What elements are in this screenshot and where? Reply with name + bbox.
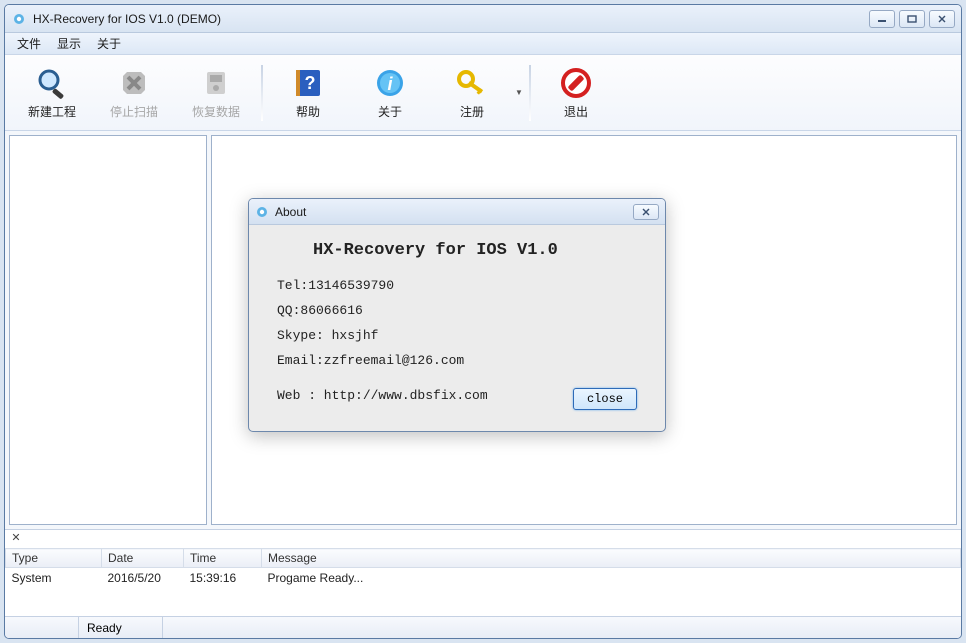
status-ready: Ready (79, 617, 163, 638)
stop-icon (116, 65, 152, 101)
window-title: HX-Recovery for IOS V1.0 (DEMO) (33, 12, 869, 26)
log-header-type[interactable]: Type (6, 549, 102, 568)
status-cell-empty (5, 617, 79, 638)
log-panel: ✕ Type Date Time Message System 2016/5/2… (5, 529, 961, 616)
log-cell-type: System (6, 568, 102, 589)
dialog-body: HX-Recovery for IOS V1.0 Tel:13146539790… (249, 225, 665, 431)
close-button[interactable] (929, 10, 955, 28)
info-icon: i (372, 65, 408, 101)
magnifier-icon (34, 65, 70, 101)
register-dropdown[interactable]: ▼ (513, 63, 525, 123)
help-label: 帮助 (296, 103, 320, 120)
log-table: Type Date Time Message System 2016/5/20 … (5, 548, 961, 616)
toolbar: 新建工程 停止扫描 恢复数据 ? 帮助 i 关于 (5, 55, 961, 131)
app-icon (11, 11, 27, 27)
dialog-title: About (275, 205, 633, 219)
log-close-button[interactable]: ✕ (9, 532, 23, 546)
log-row[interactable]: System 2016/5/20 15:39:16 Progame Ready.… (6, 568, 961, 589)
help-icon: ? (290, 65, 326, 101)
log-header-message[interactable]: Message (262, 549, 961, 568)
recover-label: 恢复数据 (192, 103, 240, 120)
dialog-tel: Tel:13146539790 (277, 278, 637, 293)
register-label: 注册 (460, 103, 484, 120)
dialog-qq: QQ:86066616 (277, 303, 637, 318)
dialog-heading: HX-Recovery for IOS V1.0 (313, 241, 637, 260)
recover-icon (198, 65, 234, 101)
svg-text:?: ? (305, 73, 316, 93)
toolbar-separator-2 (529, 65, 531, 121)
help-button[interactable]: ? 帮助 (267, 59, 349, 127)
stop-scan-label: 停止扫描 (110, 103, 158, 120)
log-cell-date: 2016/5/20 (102, 568, 184, 589)
tree-panel[interactable] (9, 135, 207, 525)
dialog-close-button[interactable] (633, 204, 659, 220)
minimize-button[interactable] (869, 10, 895, 28)
menu-file[interactable]: 文件 (9, 33, 49, 54)
recover-button[interactable]: 恢复数据 (175, 59, 257, 127)
menu-view[interactable]: 显示 (49, 33, 89, 54)
log-cell-time: 15:39:16 (184, 568, 262, 589)
exit-label: 退出 (564, 103, 588, 120)
dialog-title-bar[interactable]: About (249, 199, 665, 225)
eye-icon (255, 205, 269, 219)
menu-about[interactable]: 关于 (89, 33, 129, 54)
new-project-label: 新建工程 (28, 103, 76, 120)
log-cell-message: Progame Ready... (262, 568, 961, 589)
key-icon (454, 65, 490, 101)
dialog-close-ok-button[interactable]: close (573, 388, 637, 410)
dialog-web: Web : http://www.dbsfix.com (277, 388, 488, 403)
exit-icon (558, 65, 594, 101)
about-label: 关于 (378, 103, 402, 120)
register-button[interactable]: 注册 (431, 59, 513, 127)
about-dialog: About HX-Recovery for IOS V1.0 Tel:13146… (248, 198, 666, 432)
menu-bar: 文件 显示 关于 (5, 33, 961, 55)
maximize-button[interactable] (899, 10, 925, 28)
exit-button[interactable]: 退出 (535, 59, 617, 127)
new-project-button[interactable]: 新建工程 (11, 59, 93, 127)
title-bar: HX-Recovery for IOS V1.0 (DEMO) (5, 5, 961, 33)
toolbar-separator (261, 65, 263, 121)
log-header-time[interactable]: Time (184, 549, 262, 568)
stop-scan-button[interactable]: 停止扫描 (93, 59, 175, 127)
dialog-email: Email:zzfreemail@126.com (277, 353, 637, 368)
log-header-date[interactable]: Date (102, 549, 184, 568)
dialog-skype: Skype: hxsjhf (277, 328, 637, 343)
window-controls (869, 10, 955, 28)
status-bar: Ready (5, 616, 961, 638)
about-button[interactable]: i 关于 (349, 59, 431, 127)
